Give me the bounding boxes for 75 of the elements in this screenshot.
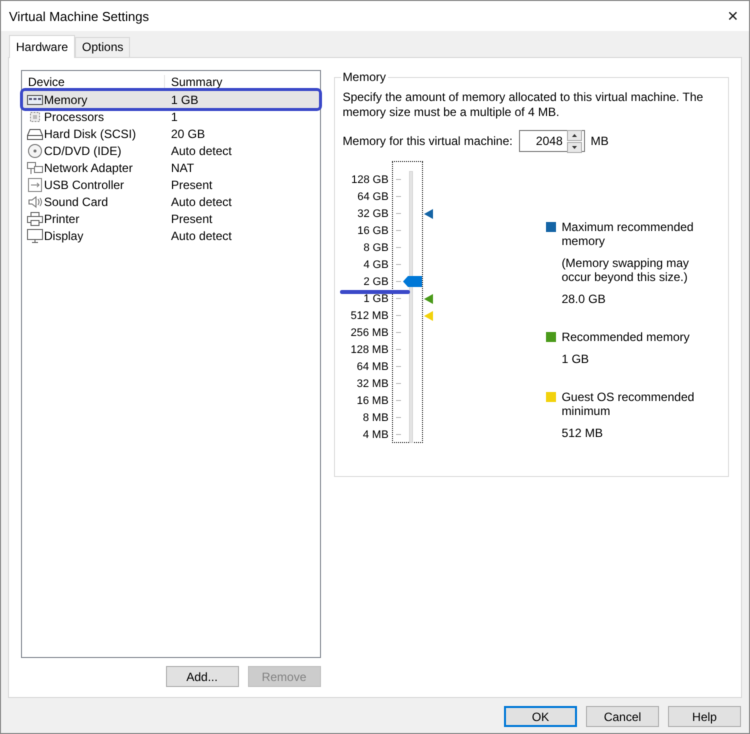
speaker-icon (27, 194, 43, 208)
device-summary: Present (171, 178, 214, 192)
disc-icon (27, 144, 43, 158)
device-name: USB Controller (44, 178, 124, 192)
device-row[interactable]: Sound Card Auto detect (23, 193, 319, 210)
memory-spinbox[interactable]: 2048 (518, 130, 585, 152)
legend-value: 512 MB (562, 426, 604, 440)
device-summary: Auto detect (171, 194, 233, 208)
device-summary: NAT (171, 160, 196, 174)
legend-value: 28.0 GB (562, 292, 607, 306)
device-summary: 20 GB (171, 126, 206, 140)
description: Specify the amount of memory allocated to this virtual machine. The memory size must be a multiple of 4 MB. (342, 90, 704, 120)
field-label: Memory for this virtual machine: (342, 134, 513, 148)
device-name: Network Adapter (44, 160, 133, 174)
tick-label: 128 GB (350, 174, 389, 186)
window-title: Virtual Machine Settings (9, 8, 149, 24)
tick-label: 8 MB (362, 412, 389, 424)
device-row[interactable]: Memory 1 GB (23, 91, 319, 108)
tick-label: 128 MB (350, 344, 389, 356)
drive-icon (27, 126, 43, 140)
device-name: Display (44, 228, 84, 242)
device-name: Sound Card (44, 194, 108, 208)
device-row[interactable]: USB Controller Present (23, 176, 319, 193)
tick-label: 1 GB (362, 292, 389, 304)
tick-label: 4 MB (362, 428, 389, 440)
device-summary: Auto detect (171, 144, 233, 158)
list-button[interactable]: Add... (166, 666, 239, 687)
tick-label: 64 MB (356, 360, 389, 372)
tick-label: 32 MB (356, 378, 389, 390)
device-name: Hard Disk (SCSI) (44, 126, 136, 140)
legend-title: Recommended memory (562, 330, 690, 344)
dialog-button[interactable]: Help (668, 706, 741, 727)
device-summary: Auto detect (171, 228, 233, 242)
tab[interactable]: Options (75, 37, 130, 57)
tick-label: 4 GB (362, 258, 389, 270)
printer-icon (27, 212, 43, 226)
usb-icon (27, 178, 43, 192)
device-name: Printer (44, 212, 80, 226)
device-row[interactable]: Hard Disk (SCSI) 20 GB (23, 125, 319, 142)
device-row[interactable]: CD/DVD (IDE) Auto detect (23, 142, 319, 159)
column-header[interactable]: Device (22, 75, 164, 89)
device-row[interactable]: Display Auto detect (23, 227, 319, 244)
legend-note: (Memory swapping may occur beyond this size.) (562, 256, 690, 284)
network-icon (27, 160, 43, 174)
slider-thumb[interactable] (402, 276, 422, 287)
device-name: Memory (44, 92, 88, 106)
group-legend: Memory (340, 70, 388, 84)
spin-down-icon[interactable] (566, 142, 582, 152)
unit-label: MB (590, 134, 609, 148)
legend-value: 1 GB (562, 352, 590, 366)
device-summary: 1 (171, 110, 179, 124)
tab[interactable]: Hardware (9, 35, 76, 58)
device-row[interactable]: Processors 1 (23, 108, 319, 125)
tick-label: 16 GB (356, 224, 389, 236)
tick-label: 512 MB (350, 310, 389, 322)
monitor-icon (27, 228, 43, 242)
tick-label: 2 GB (362, 276, 389, 288)
device-name: CD/DVD (IDE) (44, 144, 122, 158)
tick-label: 64 GB (356, 190, 389, 202)
memory-chip-icon (27, 92, 43, 106)
tick-label: 8 GB (362, 242, 389, 254)
device-row[interactable]: Network Adapter NAT (23, 159, 319, 176)
tick-label: 256 MB (350, 326, 389, 338)
spin-up-icon[interactable] (566, 130, 582, 140)
device-row[interactable]: Printer Present (23, 210, 319, 227)
device-name: Processors (44, 110, 104, 124)
device-summary: 1 GB (171, 92, 200, 106)
close-button[interactable]: ✕ (727, 8, 739, 24)
legend-title: Maximum recommended memory (562, 220, 695, 248)
legend-title: Guest OS recommended minimum (562, 390, 696, 418)
tick-label: 32 GB (356, 208, 389, 220)
device-summary: Present (171, 212, 214, 226)
dialog-button[interactable]: Cancel (586, 706, 659, 727)
dialog-button[interactable]: OK (504, 706, 577, 727)
tick-label: 16 MB (356, 394, 389, 406)
